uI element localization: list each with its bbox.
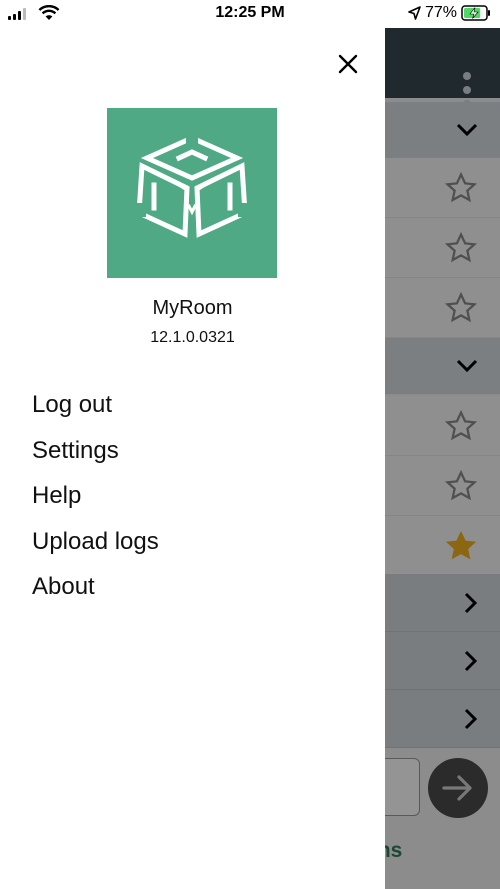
drawer-menu: Log out Settings Help Upload logs About [32, 388, 159, 616]
app-name: MyRoom [152, 297, 233, 319]
battery-charging-icon [461, 5, 490, 21]
side-drawer: MyRoom 12.1.0.0321 Log out Settings Help… [0, 28, 385, 889]
close-icon[interactable] [336, 52, 360, 76]
battery-percent: 77% [425, 4, 458, 21]
menu-item-upload-logs[interactable]: Upload logs [32, 525, 159, 571]
status-bar: 12:25 PM 77% [0, 0, 500, 28]
menu-item-settings[interactable]: Settings [32, 434, 159, 480]
menu-item-help[interactable]: Help [32, 479, 159, 525]
menu-item-log-out[interactable]: Log out [32, 388, 159, 434]
app-version: 12.1.0.0321 [150, 329, 235, 346]
menu-item-about[interactable]: About [32, 570, 159, 616]
myroom-logo-icon [136, 135, 248, 238]
location-arrow-icon [408, 6, 421, 20]
app-logo [107, 108, 277, 278]
